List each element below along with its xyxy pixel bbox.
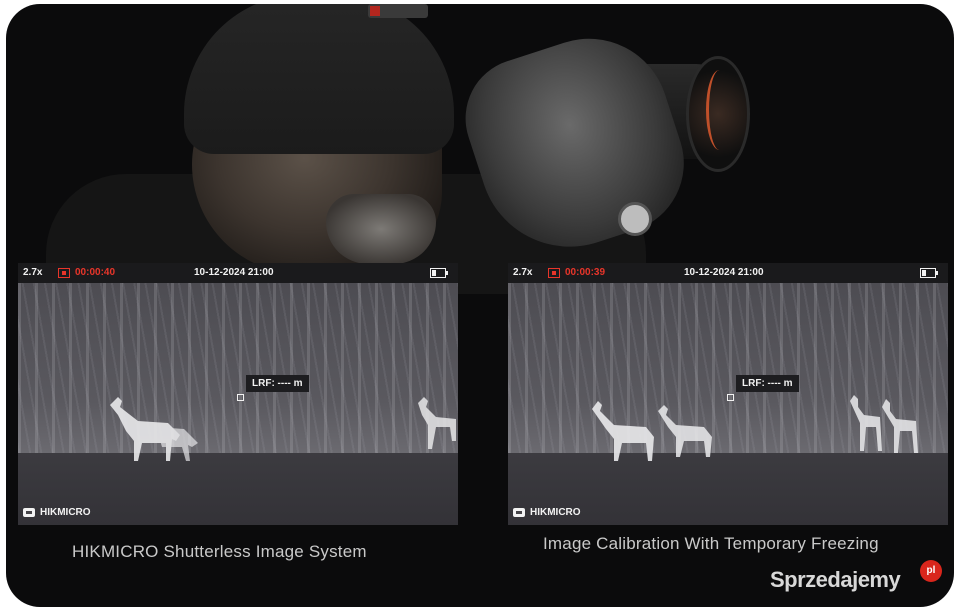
record-time: 00:00:40: [75, 267, 116, 278]
lrf-readout: LRF: ---- m: [246, 375, 309, 392]
battery-icon: [920, 268, 938, 278]
deer-figure: [850, 395, 918, 453]
deer-figure: [418, 397, 456, 449]
record-icon: [548, 268, 560, 278]
watermark-text: Sprzedajemy: [770, 567, 901, 592]
thermal-view-right: 2.7x 00:00:39 10-12-2024 21:00 LRF: ----…: [508, 263, 948, 525]
caption-right: Image Calibration With Temporary Freezin…: [543, 534, 879, 553]
deer-figure: [658, 405, 712, 457]
hud-topbar: 2.7x 00:00:40 10-12-2024 21:00: [18, 263, 458, 283]
brand-label: HIKMICRO: [40, 507, 91, 518]
reticle-icon: [727, 394, 734, 401]
record-icon: [58, 268, 70, 278]
thermal-view-left: 2.7x 00:00:40 10-12-2024 21:00 LRF: ----…: [18, 263, 458, 525]
hat-logo-mark: [370, 6, 380, 16]
date-time: 10-12-2024 21:00: [194, 267, 274, 278]
record-time: 00:00:39: [565, 267, 606, 278]
zoom-level: 2.7x: [513, 267, 533, 278]
hud-topbar: 2.7x 00:00:39 10-12-2024 21:00: [508, 263, 948, 283]
hunter-beard: [326, 194, 436, 264]
glove-button: [618, 202, 652, 236]
watermark-badge: pl: [920, 560, 942, 582]
hikmicro-logo-icon: [513, 508, 525, 517]
date-time: 10-12-2024 21:00: [684, 267, 764, 278]
hikmicro-logo-icon: [23, 508, 35, 517]
battery-icon: [430, 268, 448, 278]
monocular-lens-ring: [706, 70, 733, 150]
zoom-level: 2.7x: [23, 267, 43, 278]
reticle-icon: [237, 394, 244, 401]
deer-figure: [110, 397, 198, 461]
lrf-readout: LRF: ---- m: [736, 375, 799, 392]
caption-left: HIKMICRO Shutterless Image System: [72, 542, 367, 561]
brand-label: HIKMICRO: [530, 507, 581, 518]
beanie-hat: [184, 4, 454, 154]
thermal-forest: [18, 283, 458, 453]
